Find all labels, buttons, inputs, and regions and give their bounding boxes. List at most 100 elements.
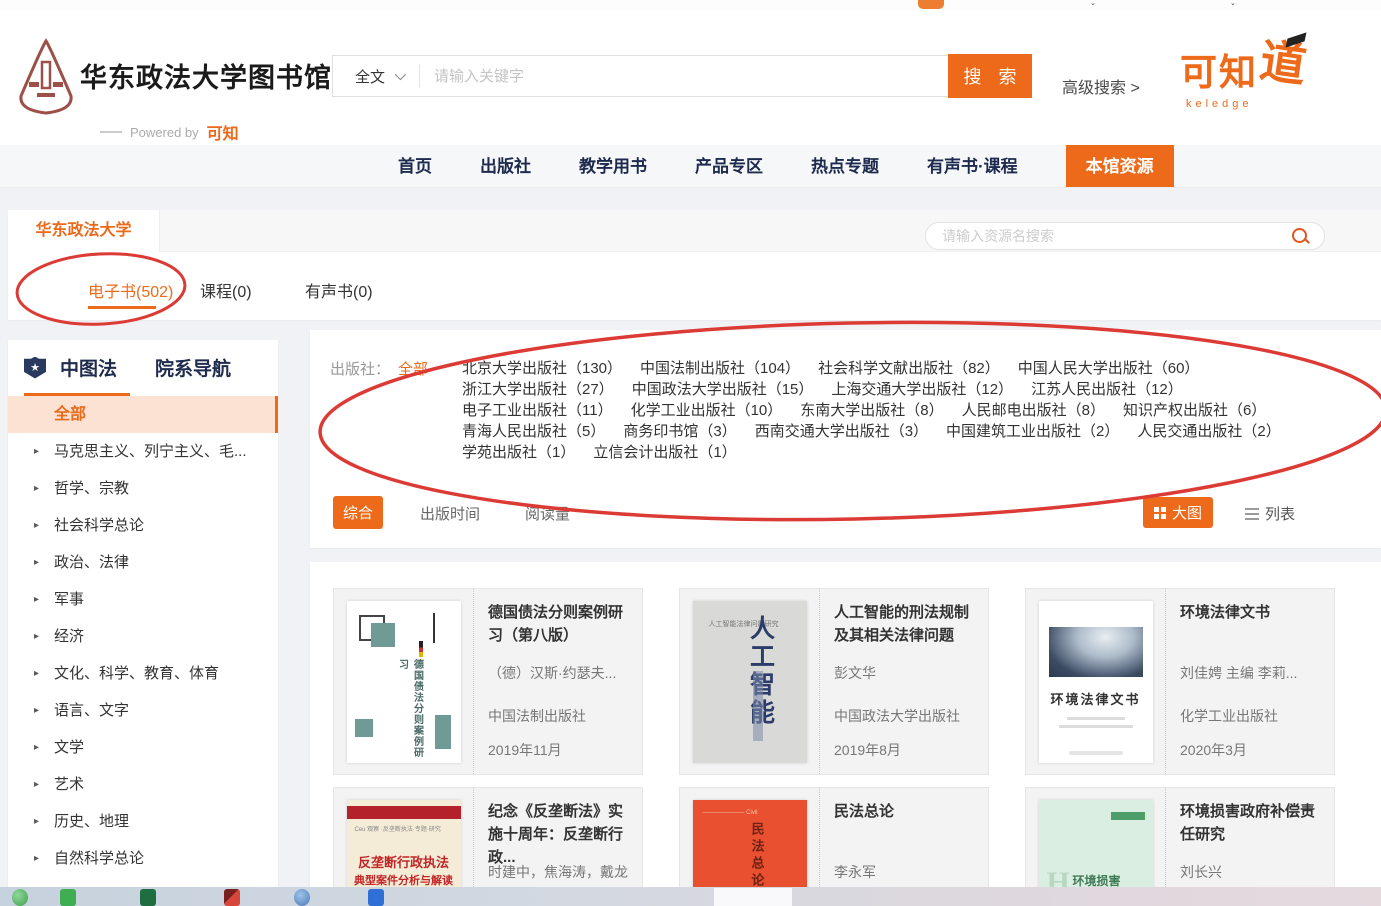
taskbar-app-icon[interactable] bbox=[368, 889, 384, 906]
taskbar-app-icon[interactable] bbox=[60, 889, 76, 906]
search-scope-dropdown[interactable]: 全文 bbox=[333, 66, 419, 87]
tab-courses[interactable]: 课程(0) bbox=[200, 278, 252, 302]
taskbar-active-window[interactable] bbox=[714, 888, 792, 906]
org-tab[interactable]: 华东政法大学 bbox=[8, 210, 160, 252]
publisher-filter-item[interactable]: 中国建筑工业出版社（2） bbox=[946, 423, 1119, 440]
publisher-filter-item[interactable]: 人民邮电出版社（8） bbox=[962, 402, 1105, 419]
publisher-filter-item[interactable]: 中国人民大学出版社（60） bbox=[1018, 360, 1200, 377]
nav-audiobooks-courses[interactable]: 有声书·课程 bbox=[927, 145, 1018, 187]
keledge-logo-glyph: 道 bbox=[1257, 39, 1309, 89]
nav-home[interactable]: 首页 bbox=[398, 145, 432, 187]
sort-read-count[interactable]: 阅读量 bbox=[525, 503, 570, 524]
taskbar-app-icon[interactable] bbox=[12, 889, 28, 906]
sidebar-item[interactable]: ▸ 语言、文字 bbox=[8, 692, 278, 729]
publisher-filter-item[interactable]: 西南交通大学出版社（3） bbox=[755, 423, 928, 440]
cover-title: 环境法律文书 bbox=[1039, 689, 1153, 708]
publisher-filter-item[interactable]: 商务印书馆（3） bbox=[623, 423, 736, 440]
os-taskbar bbox=[0, 887, 1381, 906]
caret-right-icon: ▸ bbox=[34, 655, 39, 692]
powered-by-brand: 可知 bbox=[207, 120, 239, 144]
search-icon[interactable] bbox=[1290, 226, 1310, 246]
tab-ebooks[interactable]: 电子书(502) bbox=[88, 278, 173, 302]
publisher-filter-item[interactable]: 社会科学文献出版社（82） bbox=[818, 360, 1000, 377]
publisher-filter-item[interactable]: 知识产权出版社（6） bbox=[1123, 402, 1266, 419]
powered-by: Powered by 可知 bbox=[100, 120, 239, 144]
cover-title: 民法总论 bbox=[748, 822, 767, 890]
nav-hot-topics[interactable]: 热点专题 bbox=[811, 145, 879, 187]
resource-search-bar bbox=[925, 222, 1325, 250]
sidebar-item[interactable]: ▸自然科学总论 bbox=[8, 840, 278, 877]
book-card[interactable]: 环境法律文书 环境法律文书 刘佳娉 主编 李莉... 化学工业出版社 2020年… bbox=[1025, 588, 1335, 775]
nav-teaching-books[interactable]: 教学用书 bbox=[579, 145, 647, 187]
advanced-search-link[interactable]: 高级搜索 > bbox=[1062, 74, 1140, 98]
sort-comprehensive-button[interactable]: 综合 bbox=[333, 496, 383, 529]
sidebar-tab-departments[interactable]: 院系导航 bbox=[155, 354, 231, 381]
book-title: 人工智能的刑法规制及其相关法律问题 bbox=[834, 601, 980, 647]
sidebar-item[interactable]: ▸经济 bbox=[8, 618, 278, 655]
sidebar-item-label: 语言、文字 bbox=[54, 702, 129, 719]
sidebar-item[interactable]: ▸军事 bbox=[8, 581, 278, 618]
sidebar-tab-clc[interactable]: 中图法 bbox=[60, 354, 117, 381]
nav-product-zone[interactable]: 产品专区 bbox=[695, 145, 763, 187]
book-card[interactable]: 德国债法分则案例研习 德国债法分则案例研习（第八版） （德）汉斯·约瑟夫... … bbox=[333, 588, 643, 775]
publisher-filter-item[interactable]: 东南大学出版社（8） bbox=[800, 402, 943, 419]
book-author: （德）汉斯·约瑟夫... bbox=[488, 663, 634, 683]
publisher-filter-item[interactable]: 青海人民出版社（5） bbox=[462, 423, 605, 440]
book-cover: 人工智能法律问题研究 人工智能 bbox=[680, 589, 820, 774]
taskbar-app-icon[interactable] bbox=[140, 889, 156, 906]
sidebar-item-label: 文化、科学、教育、体育 bbox=[54, 665, 219, 682]
sidebar-header: ★ 中图法 院系导航 bbox=[8, 340, 278, 381]
view-large-button[interactable]: 大图 bbox=[1143, 497, 1213, 528]
keyword-search-input[interactable] bbox=[420, 68, 948, 85]
cover-title-line2: 典型案件分析与解读 bbox=[347, 872, 461, 888]
sidebar-item[interactable]: ▸社会科学总论 bbox=[8, 507, 278, 544]
book-title: 德国债法分则案例研习（第八版） bbox=[488, 601, 634, 647]
sidebar-item[interactable]: ▸马克思主义、列宁主义、毛... bbox=[8, 433, 278, 470]
list-view-icon bbox=[1245, 508, 1259, 520]
sidebar-item[interactable]: ▸哲学、宗教 bbox=[8, 470, 278, 507]
publisher-filter-item[interactable]: 化学工业出版社（10） bbox=[631, 402, 783, 419]
publisher-filter-item[interactable]: 立信会计出版社（1） bbox=[593, 444, 736, 461]
caret-right-icon: ▸ bbox=[34, 692, 39, 729]
publisher-filter-item[interactable]: 上海交通大学出版社（12） bbox=[831, 381, 1013, 398]
taskbar-app-icon[interactable] bbox=[294, 889, 310, 906]
nav-library-resources[interactable]: 本馆资源 bbox=[1066, 145, 1174, 187]
publisher-filter-all[interactable]: 全部 bbox=[398, 358, 428, 379]
book-card[interactable]: 人工智能法律问题研究 人工智能 人工智能的刑法规制及其相关法律问题 彭文华 中国… bbox=[679, 588, 989, 775]
book-date: 2019年8月 bbox=[834, 740, 980, 760]
caret-right-icon: ▸ bbox=[34, 803, 39, 840]
publisher-filter-item[interactable]: 电子工业出版社（11） bbox=[462, 402, 613, 419]
book-date: 2020年3月 bbox=[1180, 740, 1326, 760]
publisher-filter-item[interactable]: 江苏人民出版社（12） bbox=[1031, 381, 1183, 398]
sidebar-item-all[interactable]: 全部 bbox=[8, 396, 278, 433]
view-list-label: 列表 bbox=[1265, 503, 1295, 524]
view-list-button[interactable]: 列表 bbox=[1245, 503, 1295, 524]
sidebar-item[interactable]: ▸艺术 bbox=[8, 766, 278, 803]
book-author: 刘长兴 bbox=[1180, 862, 1326, 882]
page: ⌄ ⌄ 华东政法大学图书馆 Powered by 可知 全文 bbox=[0, 0, 1381, 906]
publisher-filter-item[interactable]: 学苑出版社（1） bbox=[462, 444, 575, 461]
publisher-filter-item[interactable]: 中国政法大学出版社（15） bbox=[632, 381, 814, 398]
sidebar-item[interactable]: ▸政治、法律 bbox=[8, 544, 278, 581]
publisher-filter-item[interactable]: 中国法制出版社（104） bbox=[640, 360, 800, 377]
keledge-logo: 可知 道 keledge bbox=[1180, 42, 1340, 110]
publisher-filter-item[interactable]: 浙江大学出版社（27） bbox=[462, 381, 614, 398]
main-nav: 首页 出版社 教学用书 产品专区 热点专题 有声书·课程 本馆资源 bbox=[0, 145, 1381, 188]
sort-publish-time[interactable]: 出版时间 bbox=[420, 503, 480, 524]
sidebar-item[interactable]: ▸文学 bbox=[8, 729, 278, 766]
resource-search-input[interactable] bbox=[926, 228, 1290, 244]
taskbar-app-icon[interactable] bbox=[224, 889, 240, 906]
publisher-filter-item[interactable]: 人民交通出版社（2） bbox=[1137, 423, 1280, 440]
publisher-filter-item[interactable]: 北京大学出版社（130） bbox=[462, 360, 622, 377]
keledge-logo-text: 可知 bbox=[1180, 42, 1258, 96]
search-button[interactable]: 搜 索 bbox=[948, 54, 1032, 98]
tab-audiobooks[interactable]: 有声书(0) bbox=[305, 278, 373, 302]
main-search-bar: 全文 搜 索 bbox=[332, 55, 1032, 97]
book-cover: 德国债法分则案例研习 bbox=[334, 589, 474, 774]
sidebar-item[interactable]: ▸ 文化、科学、教育、体育 bbox=[8, 655, 278, 692]
sidebar-item-label: 经济 bbox=[54, 628, 84, 645]
book-publisher: 中国政法大学出版社 bbox=[834, 706, 980, 726]
caret-right-icon: ▸ bbox=[34, 544, 39, 581]
nav-publishers[interactable]: 出版社 bbox=[480, 145, 531, 187]
sidebar-item[interactable]: ▸历史、地理 bbox=[8, 803, 278, 840]
